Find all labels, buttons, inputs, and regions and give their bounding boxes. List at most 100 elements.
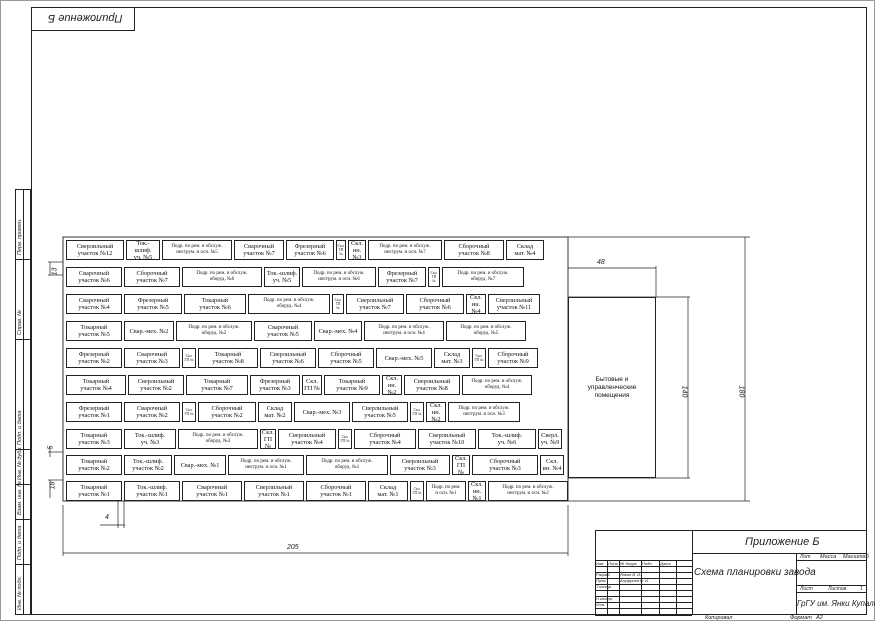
- plan-cell: Подр. по рем. и обслуж. оборуд. №6: [182, 267, 262, 287]
- plan-cell: Ток.-шлиф. уч. №6: [478, 429, 536, 449]
- plan-cell: Подр. по рем. и обслуж. инструм. и осн. …: [302, 267, 376, 287]
- change-header: № докум.: [620, 561, 638, 566]
- plan-cell: Подр. по рем. и обслуж. инструм. и осн. …: [368, 240, 442, 260]
- plan-cell: Сборочный участок №8: [444, 240, 504, 260]
- plan-cell: Ток.-шлиф. уч. №5: [126, 240, 160, 260]
- plan-cell: Ток.-шлиф. участок №1: [124, 481, 180, 501]
- side-building-label: Бытовые и управленческие помещения: [587, 375, 637, 399]
- plan-cell: Скл. ГП №: [302, 375, 322, 395]
- plan-cell: Токарный участок №6: [184, 294, 246, 314]
- plan-cell: Токарный участок №2: [66, 455, 122, 475]
- dim-height-outer: 180: [737, 385, 745, 398]
- role-label: Разраб.: [596, 572, 611, 577]
- plan-cell: Сборочный участок №4: [354, 429, 416, 449]
- role-label: Н.контр.: [596, 596, 613, 601]
- plan-cell: Подр. по рем. и обслуж. оборуд. №3: [178, 429, 258, 449]
- plan-cell: Фрезерный участок №3: [250, 375, 300, 395]
- role-label: Утв.: [596, 602, 606, 607]
- plan-cell: Свар.-мех. №4: [314, 321, 362, 341]
- format-label: Формат: [790, 615, 812, 621]
- plan-cell: Фрезерный участок №5: [124, 294, 182, 314]
- plan-cell: Сверлильный участок №12: [66, 240, 124, 260]
- plan-cell: Скл. ГП №: [336, 240, 346, 260]
- plan-cell: Фрезерный участок №2: [66, 348, 122, 368]
- sheet-label: Лист: [800, 586, 813, 592]
- sheets-label: Листов: [828, 586, 847, 592]
- change-header: Изм: [596, 561, 604, 566]
- plan-cell: Подр. по рем. и обслуж. оборуд. №4: [248, 294, 330, 314]
- plan-cell: Свар.-мех. №5: [376, 348, 432, 368]
- plan-cell: Скл. ин. №2: [382, 375, 402, 395]
- copied-label: Копировал: [705, 615, 733, 621]
- plan-cell: Сверлильный участок №1: [244, 481, 304, 501]
- person-name: Янкин В. И.: [620, 572, 642, 577]
- plan-cell: Токарный участок №5: [66, 321, 122, 341]
- plan-cell: Сверлильный участок №7: [346, 294, 404, 314]
- plan-cell: Свар.-мех. №3: [294, 402, 350, 422]
- change-header: Дата: [660, 561, 671, 566]
- plan-cell: Сверлильный участок №2: [128, 375, 184, 395]
- side-building: Бытовые и управленческие помещения: [568, 297, 656, 478]
- plan-cell: Склад мат. №2: [258, 402, 292, 422]
- title-grid-hline: [595, 602, 692, 603]
- appendix-title: Приложение Б: [745, 536, 820, 548]
- title-grid-vline: [619, 560, 620, 615]
- plan-cell: Сверлильный участок №4: [278, 429, 336, 449]
- dim-height-inner: 140: [680, 385, 688, 398]
- plan-cell: Скл. ин. №3: [348, 240, 366, 260]
- plan-cell: Подр. по рем. и обслуж. оборуд. №2: [176, 321, 252, 341]
- plan-cell: Сверлильный участок №10: [418, 429, 476, 449]
- plan-cell: Подр. по рем. и обслуж. инструм. и осн. …: [162, 240, 232, 260]
- plan-cell: Подр. по рем. и обслуж. инструм. и осн. …: [488, 481, 568, 501]
- col-lit: Лит: [800, 554, 811, 560]
- title-block-org-line: [796, 592, 867, 593]
- plan-cell: Токарный участок №8: [198, 348, 258, 368]
- plan-cell: Скл. ГП №: [410, 402, 424, 422]
- person-name: Ануфриев В. И.: [620, 578, 649, 583]
- plan-cell: Подр. по рем. и обслуж. инструм. и осн. …: [448, 402, 520, 422]
- plan-cell: Ток.-шлиф. уч. №3: [124, 429, 176, 449]
- change-header: Лист: [608, 561, 619, 566]
- plan-cell: Свар.-мех. №1: [174, 455, 226, 475]
- dim-small-gap: 5: [47, 445, 55, 450]
- plan-cell: Сверл. уч. №9: [538, 429, 562, 449]
- plan-cell: Подр. по рем. и обслуж. оборуд. №1: [306, 455, 388, 475]
- plan-cell: Ток.-шлиф. участок №2: [124, 455, 172, 475]
- plan-cell: Склад мат. №1: [368, 481, 408, 501]
- plan-cell: Подр. по рем. и обслуж. оборуд. №5: [446, 321, 526, 341]
- plan-cell: Скл. ГП №: [182, 402, 196, 422]
- title-grid-hline: [595, 590, 692, 591]
- dim-bottom-row: 18: [49, 481, 57, 490]
- plan-cell: Сварочный участок №2: [124, 402, 180, 422]
- plan-cell: Сверлильный участок №6: [260, 348, 316, 368]
- plan-cell: Сварочный участок №5: [254, 321, 312, 341]
- col-mass: Масса: [820, 554, 837, 560]
- plan-cell: Скл. ГП №: [472, 348, 486, 368]
- plan-cell: Скл. ГП №: [338, 429, 352, 449]
- dim-cell-gap: 4: [105, 514, 109, 521]
- sheets-value: 1: [860, 586, 863, 592]
- plan-cell: Подр. по рем. и обслуж. инструм. и осн. …: [228, 455, 304, 475]
- plan-cell: Скл. ин. №4: [466, 294, 486, 314]
- plan-cell: Свар.-мех. №2: [124, 321, 174, 341]
- plan-cell: Сверлильный участок №8: [404, 375, 460, 395]
- organization: ГрГУ им. Янки Купалы: [797, 599, 875, 608]
- plan-cell: Скл. ГП №: [260, 429, 276, 449]
- plan-cell: Фрезерный участок №1: [66, 402, 122, 422]
- plan-cell: Скл. ГП №: [182, 348, 196, 368]
- plan-cell: Ток.-шлиф. уч. №5: [264, 267, 300, 287]
- plan-cell: Токарный участок №1: [66, 481, 122, 501]
- plan-cell: Склад мат. №4: [506, 240, 544, 260]
- plan-cell: Подр. по рем. и обслуж. оборуд. №7: [442, 267, 524, 287]
- title-grid-hline: [595, 566, 692, 567]
- plan-cell: Токарный участок №7: [186, 375, 248, 395]
- plan-cell: Сварочный участок №3: [124, 348, 180, 368]
- plan-cell: Токарный участок №3: [66, 429, 122, 449]
- title-block-appendix-line: [692, 553, 867, 554]
- plan-cell: Сварочный участок №4: [66, 294, 122, 314]
- dim-right-width: 48: [597, 259, 605, 266]
- format-value: А2: [816, 615, 823, 621]
- plan-cell: Скл. ин. №1: [468, 481, 486, 501]
- plan-cell: Фрезерный участок №7: [378, 267, 426, 287]
- plan-cell: Подр. по рем. и обслуж. инструм. и осн. …: [364, 321, 444, 341]
